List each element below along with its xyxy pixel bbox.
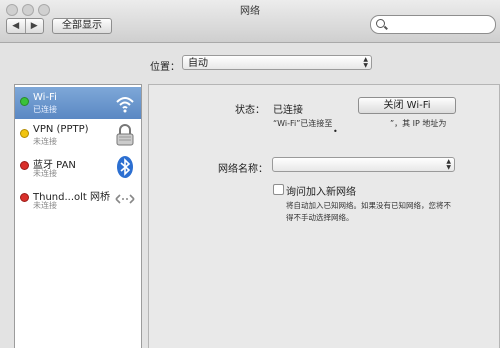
service-item-bluetooth-pan[interactable]: 蓝牙 PAN 未连接 (15, 151, 141, 183)
forward-button[interactable]: ▶ (26, 19, 44, 33)
connection-description: “Wi-Fi”已连接至 (273, 119, 333, 128)
service-status: 未连接 (33, 137, 57, 146)
status-dot-disconnected (20, 193, 29, 202)
service-status: 未连接 (33, 201, 57, 210)
service-item-wifi[interactable]: Wi-Fi 已连接 (15, 87, 141, 119)
location-select[interactable]: 自动 ▲ ▼ (182, 55, 372, 70)
select-arrows-icon: ▲ ▼ (363, 56, 368, 69)
bluetooth-icon (117, 156, 133, 178)
status-label: 状态： (235, 105, 265, 116)
network-name-select[interactable]: ▲ ▼ (272, 157, 455, 172)
status-dot-connected (20, 97, 29, 106)
lock-icon (116, 124, 134, 146)
show-all-button[interactable]: 全部显示 (52, 18, 112, 34)
wifi-icon (116, 97, 134, 113)
network-name-label: 网络名称： (218, 164, 268, 175)
search-field[interactable] (370, 15, 496, 34)
search-icon (376, 19, 385, 28)
location-label: 位置： (150, 62, 180, 73)
status-dot-inactive (20, 129, 29, 138)
service-name: VPN (PPTP) (33, 124, 89, 135)
service-status: 未连接 (33, 169, 57, 178)
service-status: 已连接 (33, 105, 57, 114)
title-bar: 网络 ◀ ▶ 全部显示 (0, 0, 500, 43)
ip-bullet: • (333, 127, 338, 136)
back-forward-control: ◀ ▶ (6, 18, 44, 34)
service-item-thunderbolt-bridge[interactable]: Thund...olt 网桥 未连接 (15, 183, 141, 215)
back-button[interactable]: ◀ (7, 19, 26, 33)
ask-join-help-text: 将自动加入已知网络。如果没有已知网络，您将不得不手动选择网络。 (286, 201, 451, 222)
select-arrows-icon: ▲ ▼ (446, 158, 451, 171)
ask-join-label[interactable]: 询问加入新网络 (286, 183, 356, 198)
connection-description-ip: ”，其 IP 地址为 (390, 119, 447, 128)
thunderbolt-bridge-icon (115, 194, 135, 204)
service-name: Wi-Fi (33, 92, 57, 103)
status-value: 已连接 (273, 105, 303, 116)
status-dot-disconnected (20, 161, 29, 170)
turn-off-wifi-button[interactable]: 关闭 Wi-Fi (358, 97, 456, 114)
service-list: Wi-Fi 已连接 VPN (PPTP) 未连接 蓝牙 PAN 未连接 Thun… (14, 84, 142, 348)
ask-join-checkbox[interactable] (273, 184, 284, 195)
location-value: 自动 (188, 58, 208, 69)
service-item-vpn[interactable]: VPN (PPTP) 未连接 (15, 119, 141, 151)
